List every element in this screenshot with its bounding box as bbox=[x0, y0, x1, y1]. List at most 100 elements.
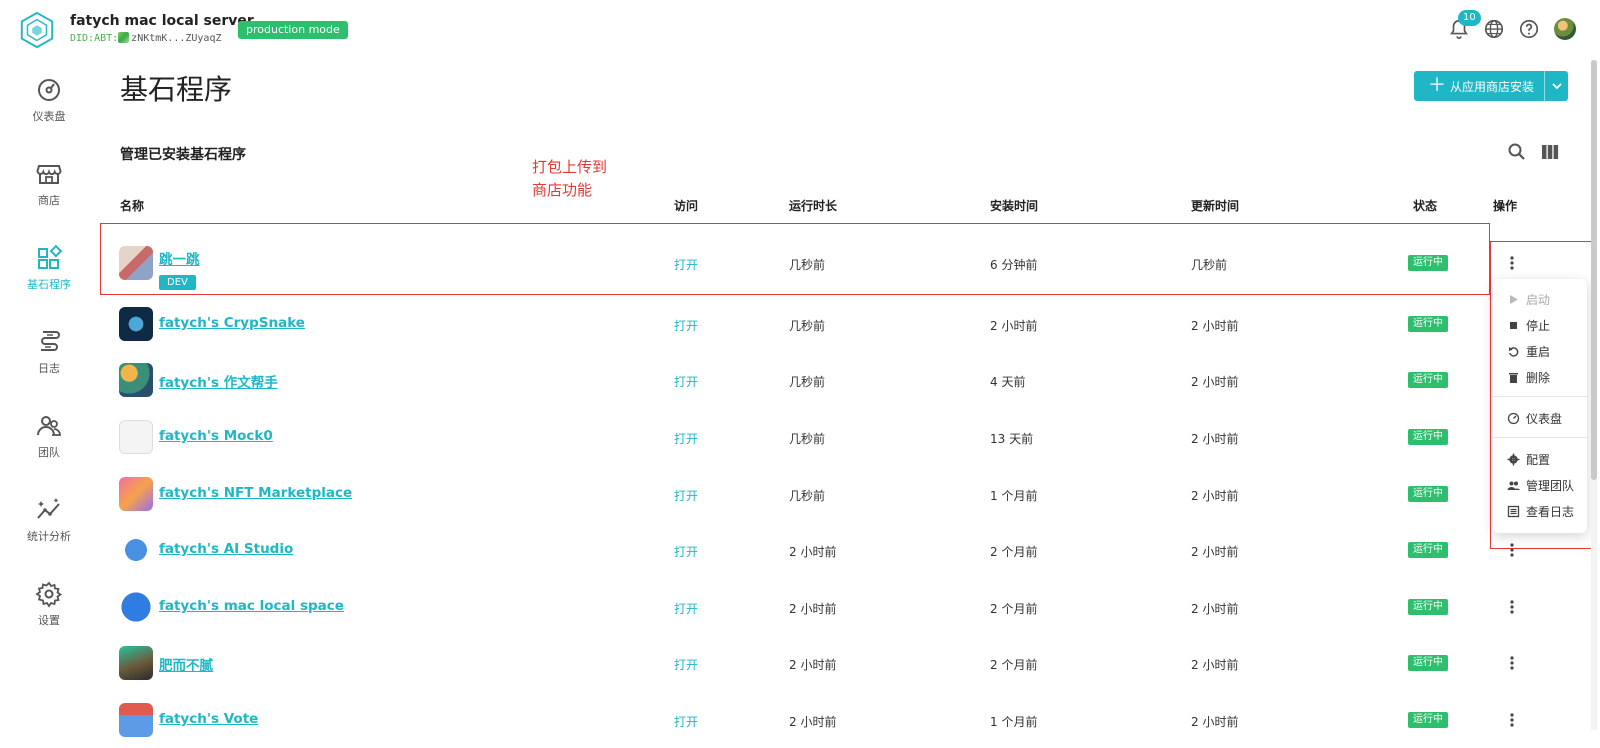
menu-item-restart[interactable]: 重启 bbox=[1493, 339, 1587, 363]
installed-cell: 4 天前 bbox=[990, 375, 1026, 389]
logs-icon bbox=[41, 331, 60, 351]
app-icon[interactable] bbox=[119, 307, 153, 341]
user-avatar[interactable] bbox=[1554, 18, 1576, 40]
sidebar-item-blocklets[interactable]: 基石程序 bbox=[0, 232, 98, 308]
app-icon[interactable] bbox=[119, 590, 153, 624]
sidebar: 仪表盘 商店 基石程序 日志 团队 统计分析 设置 bbox=[0, 60, 98, 730]
uptime-cell: 几秒前 bbox=[789, 258, 826, 272]
open-link[interactable]: 打开 bbox=[674, 543, 698, 560]
updated-cell: 2 小时前 bbox=[1191, 715, 1239, 729]
open-link[interactable]: 打开 bbox=[674, 487, 698, 504]
menu-item-label: 查看日志 bbox=[1526, 504, 1575, 519]
more-actions-button[interactable] bbox=[1502, 252, 1522, 274]
more-actions-button[interactable] bbox=[1502, 652, 1522, 674]
menu-item-manage-team[interactable]: 管理团队 bbox=[1493, 473, 1587, 497]
sidebar-item-analytics[interactable]: 统计分析 bbox=[0, 484, 98, 560]
column-header-name[interactable]: 名称 bbox=[120, 197, 144, 214]
updated-cell: 2 小时前 bbox=[1191, 375, 1239, 389]
app-name-link[interactable]: fatych's AI Studio bbox=[159, 541, 293, 557]
restart-icon bbox=[1509, 346, 1519, 357]
app-icon[interactable] bbox=[119, 533, 153, 567]
status-badge: 运行中 bbox=[1408, 486, 1448, 502]
open-link[interactable]: 打开 bbox=[674, 373, 698, 390]
install-from-store-button[interactable]: ＋ 从应用商店安装 bbox=[1414, 71, 1569, 101]
open-link[interactable]: 打开 bbox=[674, 256, 698, 273]
did-value: zNKtmK...ZUyaqZ bbox=[131, 33, 222, 44]
menu-item-dashboard[interactable]: 仪表盘 bbox=[1493, 406, 1587, 430]
column-header-actions[interactable]: 操作 bbox=[1493, 197, 1517, 214]
status-badge: 运行中 bbox=[1408, 655, 1448, 671]
installed-cell: 2 个月前 bbox=[990, 545, 1038, 559]
uptime-cell: 几秒前 bbox=[789, 375, 826, 389]
column-header-access[interactable]: 访问 bbox=[674, 197, 698, 214]
server-name: fatych mac local server bbox=[70, 13, 254, 29]
more-actions-button[interactable] bbox=[1502, 539, 1522, 561]
trash-icon bbox=[1509, 372, 1518, 383]
settings-icon bbox=[35, 581, 63, 608]
status-badge: 运行中 bbox=[1408, 316, 1448, 332]
updated-cell: 2 小时前 bbox=[1191, 545, 1239, 559]
open-link[interactable]: 打开 bbox=[674, 600, 698, 617]
open-link[interactable]: 打开 bbox=[674, 430, 698, 447]
sidebar-item-logs[interactable]: 日志 bbox=[0, 316, 98, 392]
app-name-link[interactable]: 肥而不腻 bbox=[159, 654, 213, 674]
installed-cell: 13 天前 bbox=[990, 432, 1034, 446]
uptime-cell: 几秒前 bbox=[789, 489, 826, 503]
column-header-installed[interactable]: 安装时间 bbox=[990, 197, 1038, 214]
menu-item-view-logs[interactable]: 查看日志 bbox=[1493, 499, 1587, 523]
menu-item-start[interactable]: 启动 bbox=[1493, 287, 1587, 311]
table-row: 跳一跳 DEV 打开 几秒前 6 分钟前 几秒前 运行中 bbox=[100, 235, 1514, 291]
more-actions-button[interactable] bbox=[1502, 709, 1522, 731]
sidebar-item-settings[interactable]: 设置 bbox=[0, 568, 98, 644]
app-name-link[interactable]: fatych's 作文帮手 bbox=[159, 371, 278, 391]
app-name-link[interactable]: fatych's CrypSnake bbox=[159, 315, 305, 331]
more-actions-button[interactable] bbox=[1502, 596, 1522, 618]
menu-item-stop[interactable]: 停止 bbox=[1493, 313, 1587, 337]
menu-divider bbox=[1493, 396, 1587, 397]
annotation-note: 打包上传到 商店功能 bbox=[532, 156, 607, 202]
sidebar-item-label: 基石程序 bbox=[27, 278, 71, 291]
updated-cell: 2 小时前 bbox=[1191, 602, 1239, 616]
installed-cell: 2 个月前 bbox=[990, 658, 1038, 672]
column-header-uptime[interactable]: 运行时长 bbox=[789, 197, 837, 214]
app-icon[interactable] bbox=[119, 703, 153, 737]
install-dropdown-button[interactable] bbox=[1544, 71, 1568, 101]
app-icon[interactable] bbox=[119, 477, 153, 511]
sidebar-item-team[interactable]: 团队 bbox=[0, 400, 98, 476]
did-avatar-icon bbox=[118, 32, 130, 43]
team-icon bbox=[1507, 481, 1520, 490]
menu-item-config[interactable]: 配置 bbox=[1493, 447, 1587, 471]
column-header-status[interactable]: 状态 bbox=[1413, 197, 1437, 214]
globe-icon[interactable] bbox=[1483, 18, 1505, 40]
app-name-link[interactable]: 跳一跳 bbox=[159, 248, 200, 268]
app-name-link[interactable]: fatych's Vote bbox=[159, 711, 258, 727]
sidebar-item-store[interactable]: 商店 bbox=[0, 148, 98, 224]
install-main-button[interactable]: ＋ 从应用商店安装 bbox=[1414, 71, 1544, 101]
open-link[interactable]: 打开 bbox=[674, 713, 698, 730]
server-logo-icon[interactable] bbox=[18, 11, 56, 49]
menu-item-delete[interactable]: 删除 bbox=[1493, 365, 1587, 389]
table-row: fatych's CrypSnake 打开 几秒前 2 小时前 2 小时前 运行中 bbox=[100, 296, 1514, 352]
search-icon[interactable] bbox=[1507, 142, 1527, 162]
columns-icon[interactable] bbox=[1540, 142, 1560, 162]
annotation-line: 打包上传到 bbox=[532, 158, 608, 176]
app-name-link[interactable]: fatych's mac local space bbox=[159, 598, 344, 614]
column-header-updated[interactable]: 更新时间 bbox=[1191, 197, 1239, 214]
sidebar-item-label: 设置 bbox=[38, 614, 60, 627]
page-scrollbar-thumb[interactable] bbox=[1591, 60, 1597, 480]
server-did[interactable]: DID:ABT: zNKtmK...ZUyaqZ bbox=[70, 32, 221, 44]
more-vertical-icon bbox=[1510, 713, 1514, 727]
updated-cell: 2 小时前 bbox=[1191, 432, 1239, 446]
open-link[interactable]: 打开 bbox=[674, 317, 698, 334]
help-icon[interactable] bbox=[1518, 18, 1540, 40]
app-icon[interactable] bbox=[119, 646, 153, 680]
app-name-link[interactable]: fatych's Mock0 bbox=[159, 428, 273, 444]
sidebar-item-label: 商店 bbox=[38, 194, 60, 207]
sidebar-item-dashboard[interactable]: 仪表盘 bbox=[0, 64, 98, 140]
app-icon[interactable] bbox=[119, 420, 153, 454]
app-name-link[interactable]: fatych's NFT Marketplace bbox=[159, 485, 352, 501]
app-icon[interactable] bbox=[119, 363, 153, 397]
open-link[interactable]: 打开 bbox=[674, 656, 698, 673]
app-icon[interactable] bbox=[119, 246, 153, 280]
updated-cell: 2 小时前 bbox=[1191, 658, 1239, 672]
